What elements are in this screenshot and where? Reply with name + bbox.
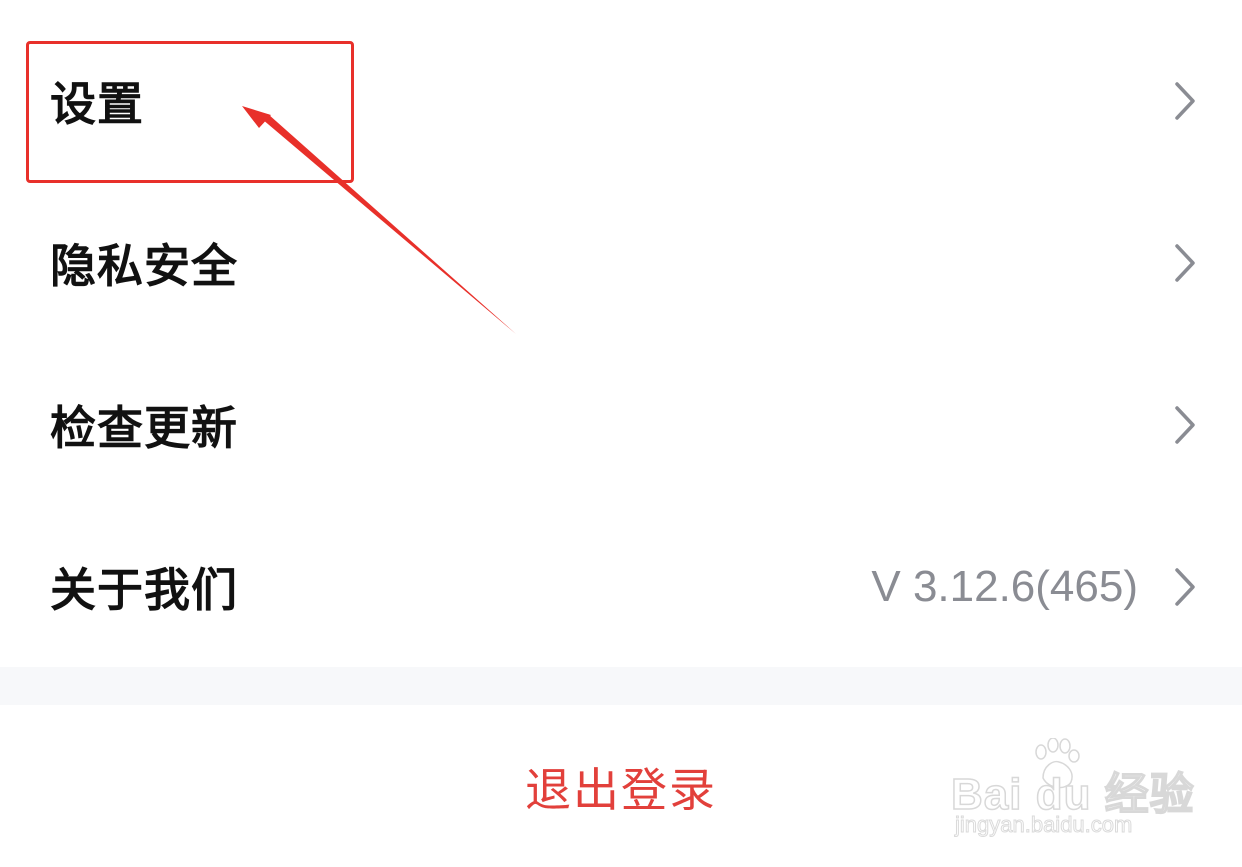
chevron-right-icon: [1175, 244, 1195, 282]
menu-item-label: 检查更新: [50, 401, 238, 455]
menu-item-label: 设置: [50, 77, 144, 131]
menu-item-label: 隐私安全: [50, 239, 238, 293]
chevron-right-icon: [1175, 82, 1195, 120]
menu-item-about-us[interactable]: 关于我们 V 3.12.6(465): [0, 506, 1242, 668]
section-separator: [0, 667, 1242, 705]
menu-item-check-update[interactable]: 检查更新: [0, 344, 1242, 506]
version-value: V 3.12.6(465): [871, 562, 1138, 611]
watermark-url: jingyan.baidu.com: [954, 812, 1133, 838]
baidu-watermark: Bai du 经验 jingyan.baidu.com: [950, 738, 1194, 848]
chevron-right-icon: [1175, 406, 1195, 444]
chevron-right-icon: [1175, 568, 1195, 606]
logout-label: 退出登录: [525, 763, 717, 817]
menu-item-privacy-security[interactable]: 隐私安全: [0, 182, 1242, 344]
menu-item-label: 关于我们: [50, 563, 238, 617]
menu-item-settings[interactable]: 设置: [0, 20, 1242, 182]
